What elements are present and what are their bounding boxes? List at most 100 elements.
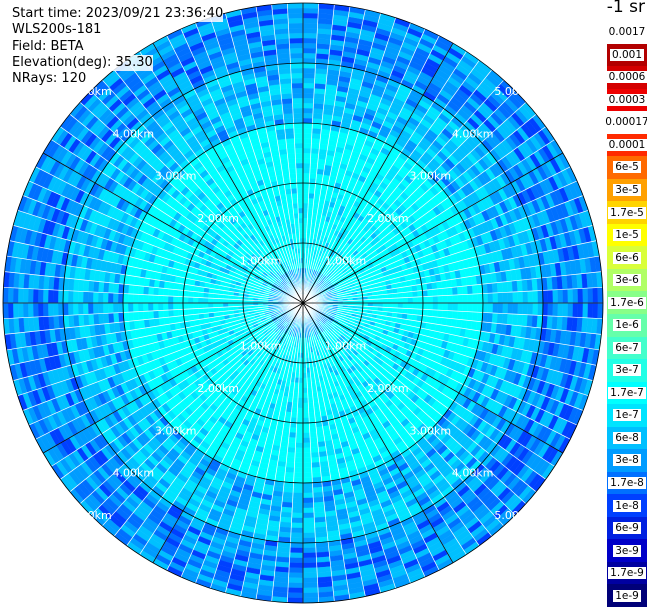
range-gate-cell	[452, 302, 459, 312]
range-gate-cell	[295, 442, 304, 449]
range-gate-cell	[286, 456, 296, 463]
range-gate-cell	[496, 313, 503, 325]
range-gate-cell	[310, 153, 319, 159]
range-gate-cell	[497, 292, 504, 304]
range-gate-cell	[312, 486, 324, 493]
range-gate-cell	[512, 302, 519, 315]
range-gate-cell	[291, 507, 304, 514]
range-gate-cell	[302, 22, 318, 29]
range-gate-cell	[537, 290, 544, 304]
range-gate-cell	[302, 112, 314, 119]
range-gate-cell	[302, 87, 315, 94]
range-gate-cell	[280, 506, 293, 513]
range-gate-cell	[302, 202, 309, 209]
range-gate-cell	[302, 227, 308, 234]
range-gate-cell	[302, 497, 314, 504]
range-gate-cell	[308, 192, 315, 199]
range-gate-cell	[392, 302, 399, 309]
range-gate-cell	[291, 517, 304, 524]
range-gate-cell	[302, 387, 308, 394]
range-gate-cell	[427, 296, 434, 304]
range-gate-cell	[462, 302, 469, 312]
range-gate-cell	[377, 302, 384, 308]
range-gate-cell	[302, 192, 309, 199]
range-gate-cell	[302, 27, 318, 34]
range-gate-cell	[417, 290, 423, 298]
range-gate-cell	[461, 285, 468, 295]
range-gate-cell	[302, 562, 318, 569]
range-gate-cell	[377, 298, 384, 304]
range-gate-cell	[486, 282, 493, 294]
range-gate-cell	[302, 122, 313, 129]
range-gate-cell	[496, 281, 503, 293]
range-gate-cell	[302, 547, 317, 554]
range-gate-cell	[302, 487, 314, 494]
range-gate-cell	[511, 313, 518, 326]
range-gate-cell	[281, 496, 293, 503]
range-gate-cell	[302, 462, 312, 469]
range-gate-cell	[427, 309, 433, 317]
range-gate-cell	[407, 302, 414, 309]
range-gate-cell	[302, 157, 311, 164]
range-gate-cell	[302, 217, 308, 224]
range-gate-cell	[309, 173, 317, 179]
range-gate-cell	[310, 442, 319, 448]
range-gate-cell	[313, 506, 326, 513]
range-gate-cell	[292, 492, 304, 499]
range-gate-cell	[397, 302, 404, 309]
range-gate-cell	[302, 392, 309, 399]
range-gate-cell	[302, 142, 312, 149]
range-gate-cell	[567, 302, 574, 318]
range-gate-cell	[597, 302, 604, 319]
range-gate-cell	[487, 292, 494, 304]
range-gate-cell	[456, 286, 463, 296]
range-gate-cell	[294, 452, 304, 459]
range-gate-cell	[302, 47, 317, 54]
range-gate-cell	[315, 173, 324, 180]
range-gate-cell	[572, 302, 579, 318]
range-gate-cell	[310, 452, 320, 458]
range-gate-cell	[501, 313, 508, 325]
range-gate-cell	[285, 461, 295, 468]
range-gate-cell	[284, 471, 295, 478]
range-gate-cell	[302, 587, 319, 594]
range-gate-cell	[310, 148, 320, 154]
range-gate-cell	[302, 407, 309, 414]
range-gate-cell	[302, 132, 313, 139]
range-gate-cell	[302, 182, 310, 189]
range-gate-cell	[290, 417, 298, 423]
range-gate-cell	[472, 302, 479, 313]
range-gate-cell	[492, 292, 499, 304]
range-gate-cell	[308, 188, 316, 194]
range-gate-cell	[442, 310, 448, 319]
range-gate-cell	[447, 294, 454, 304]
range-gate-cell	[302, 12, 319, 19]
range-gate-cell	[282, 426, 291, 433]
range-gate-cell	[547, 302, 554, 317]
range-gate-cell	[302, 572, 318, 579]
range-gate-cell	[422, 296, 429, 304]
range-gate-cell	[302, 117, 313, 124]
range-gate-cell	[313, 496, 325, 503]
range-gate-cell	[309, 427, 317, 433]
range-gate-cell	[289, 557, 304, 564]
range-gate-cell	[311, 461, 321, 468]
range-gate-cell	[307, 202, 314, 209]
range-gate-cell	[497, 302, 504, 314]
range-gate-cell	[492, 302, 499, 314]
range-gate-cell	[432, 295, 439, 304]
range-gate-cell	[437, 302, 444, 311]
range-gate-cell	[382, 298, 389, 304]
range-gate-cell	[288, 432, 297, 438]
range-gate-cell	[407, 291, 414, 298]
range-gate-cell	[289, 427, 297, 433]
range-gate-cell	[302, 592, 319, 599]
range-gate-cell	[302, 172, 310, 179]
range-gate-cell	[297, 397, 304, 404]
range-gate-cell	[308, 402, 315, 409]
range-gate-cell	[309, 168, 318, 174]
range-gate-cell	[417, 308, 423, 316]
range-gate-cell	[289, 547, 304, 554]
range-gate-cell	[491, 282, 498, 294]
range-gate-cell	[308, 412, 316, 418]
